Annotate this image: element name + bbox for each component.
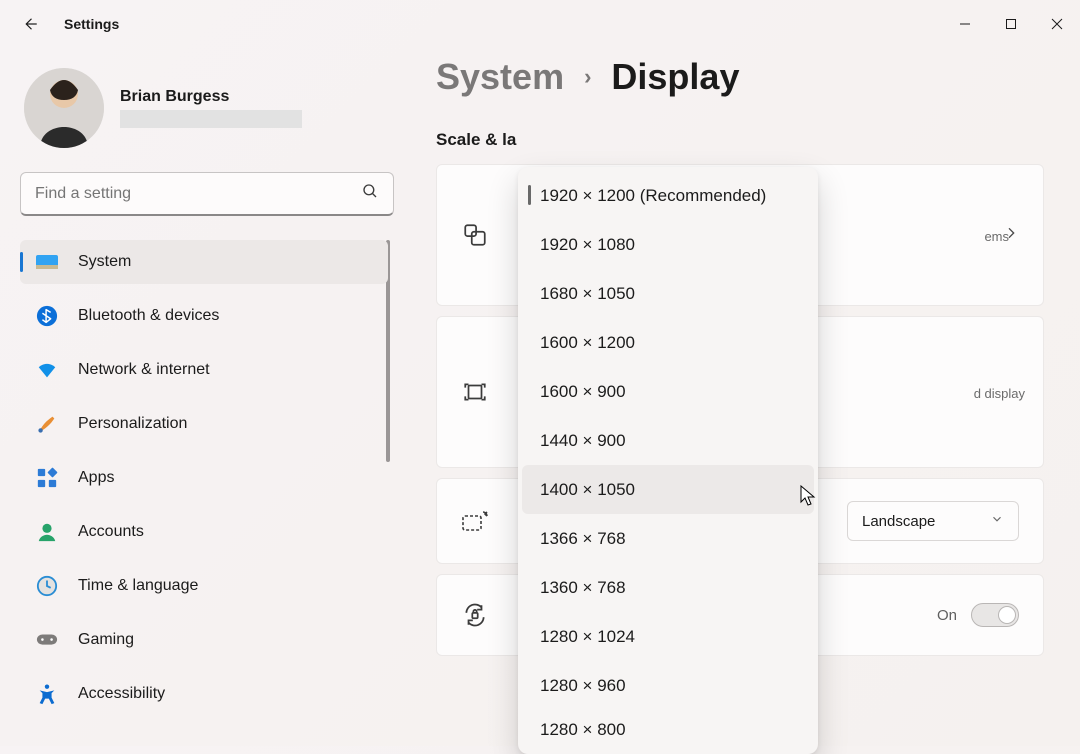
rotation-lock-toggle[interactable]: On xyxy=(937,603,1019,627)
close-button[interactable] xyxy=(1034,7,1080,41)
display-icon xyxy=(36,251,58,273)
minimize-button[interactable] xyxy=(942,7,988,41)
nav-item-accounts[interactable]: Accounts xyxy=(20,510,388,554)
paintbrush-icon xyxy=(36,413,58,435)
nav-item-network[interactable]: Network & internet xyxy=(20,348,388,392)
resolution-option[interactable]: 1360 × 768 xyxy=(522,563,814,612)
nav-label: Apps xyxy=(78,469,114,487)
breadcrumb-parent[interactable]: System xyxy=(436,56,564,98)
resolution-option[interactable]: 1400 × 1050 xyxy=(522,465,814,514)
orientation-icon xyxy=(461,507,489,535)
search-icon xyxy=(361,182,379,205)
resolution-option[interactable]: 1280 × 960 xyxy=(522,661,814,710)
resolution-option[interactable]: 1366 × 768 xyxy=(522,514,814,563)
wifi-icon xyxy=(36,359,58,381)
nav-label: Network & internet xyxy=(78,361,210,379)
nav: System Bluetooth & devices Network & int… xyxy=(20,240,388,726)
accessibility-icon xyxy=(36,683,58,705)
orientation-select[interactable]: Landscape xyxy=(847,501,1019,541)
maximize-button[interactable] xyxy=(988,7,1034,41)
nav-item-accessibility[interactable]: Accessibility xyxy=(20,672,388,716)
resolution-option[interactable]: 1920 × 1200 (Recommended) xyxy=(522,171,814,220)
resolution-option[interactable]: 1440 × 900 xyxy=(522,416,814,465)
resolution-option[interactable]: 1600 × 900 xyxy=(522,367,814,416)
person-icon xyxy=(36,521,58,543)
resolution-option[interactable]: 1600 × 1200 xyxy=(522,318,814,367)
resolution-option[interactable]: 1920 × 1080 xyxy=(522,220,814,269)
resolution-option[interactable]: 1280 × 800 xyxy=(522,710,814,750)
nav-item-apps[interactable]: Apps xyxy=(20,456,388,500)
nav-item-gaming[interactable]: Gaming xyxy=(20,618,388,662)
chevron-down-icon xyxy=(990,512,1004,530)
nav-item-system[interactable]: System xyxy=(20,240,388,284)
nav-label: Personalization xyxy=(78,415,187,433)
user-email-redacted xyxy=(120,110,302,128)
nav-label: Accounts xyxy=(78,523,144,541)
avatar xyxy=(24,68,104,148)
user-profile[interactable]: Brian Burgess xyxy=(20,68,388,148)
sidebar: Brian Burgess System Bluetooth & devices xyxy=(0,48,400,746)
apps-icon xyxy=(36,467,58,489)
rotation-lock-icon xyxy=(461,601,489,629)
scale-icon xyxy=(461,221,489,249)
section-label-scale-layout: Scale & la xyxy=(436,130,1044,150)
resolution-option[interactable]: 1680 × 1050 xyxy=(522,269,814,318)
gamepad-icon xyxy=(36,629,58,651)
chevron-right-icon xyxy=(1003,225,1019,246)
bluetooth-icon xyxy=(36,305,58,327)
nav-label: Gaming xyxy=(78,631,134,649)
nav-label: Bluetooth & devices xyxy=(78,307,219,325)
clock-globe-icon xyxy=(36,575,58,597)
resolution-icon xyxy=(461,378,489,406)
nav-item-time-language[interactable]: Time & language xyxy=(20,564,388,608)
toggle-track xyxy=(971,603,1019,627)
orientation-value: Landscape xyxy=(862,513,935,530)
resolution-dropdown[interactable]: 1920 × 1200 (Recommended) 1920 × 1080 16… xyxy=(518,167,818,754)
page-title: Display xyxy=(611,56,739,98)
search-box[interactable] xyxy=(20,172,394,216)
user-name: Brian Burgess xyxy=(120,88,302,106)
titlebar: Settings xyxy=(0,0,1080,48)
back-button[interactable] xyxy=(20,14,40,34)
app-title: Settings xyxy=(64,16,119,32)
window-controls xyxy=(942,7,1080,41)
chevron-right-icon: › xyxy=(584,64,591,90)
resolution-option[interactable]: 1280 × 1024 xyxy=(522,612,814,661)
search-input[interactable] xyxy=(35,185,335,203)
nav-label: System xyxy=(78,253,131,271)
breadcrumb: System › Display xyxy=(436,56,1044,98)
nav-label: Time & language xyxy=(78,577,198,595)
toggle-state-label: On xyxy=(937,607,957,624)
nav-label: Accessibility xyxy=(78,685,165,703)
nav-item-personalization[interactable]: Personalization xyxy=(20,402,388,446)
nav-item-bluetooth[interactable]: Bluetooth & devices xyxy=(20,294,388,338)
